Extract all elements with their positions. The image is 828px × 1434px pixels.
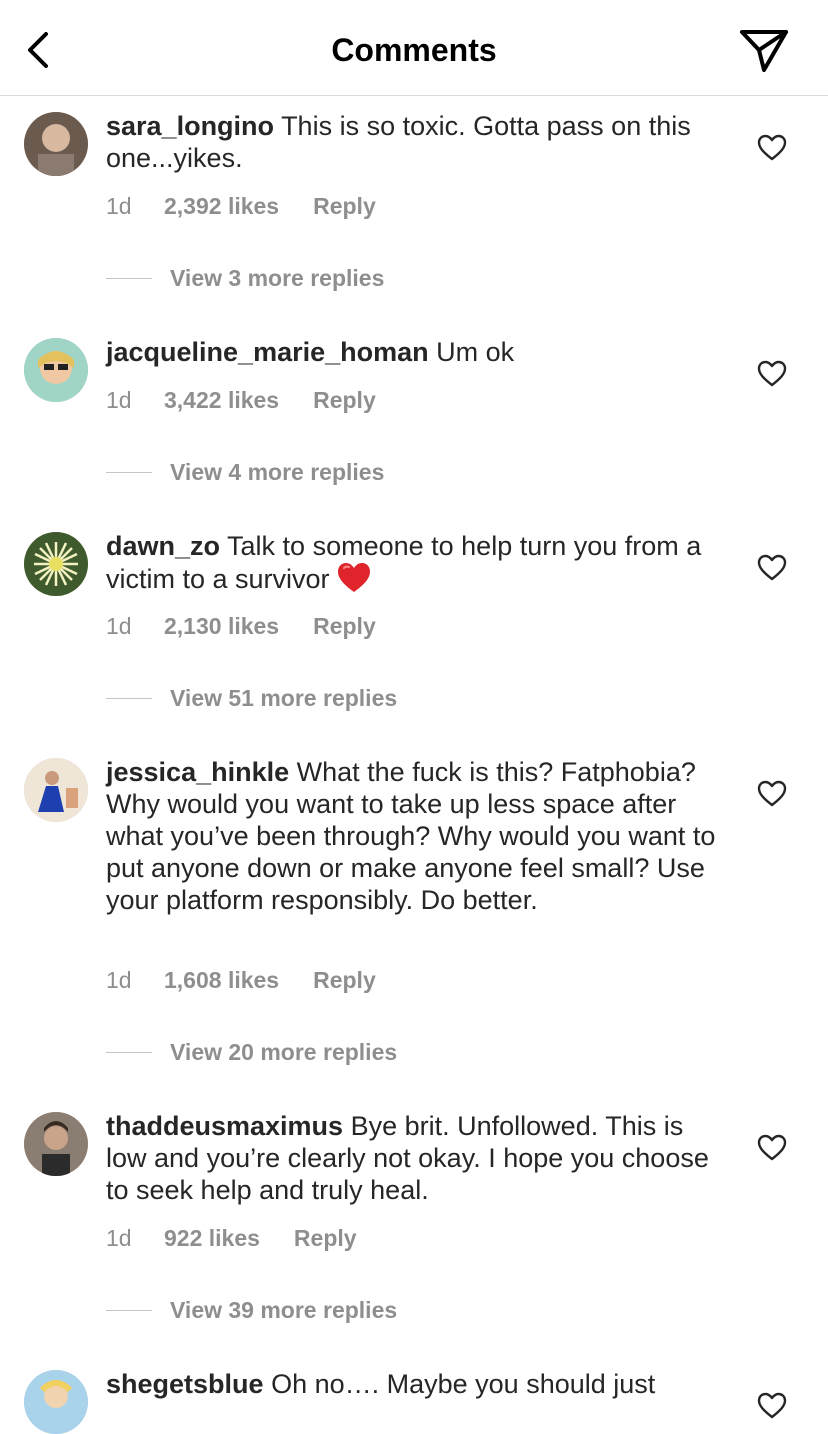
comment-meta: 1d 1,608 likes Reply: [106, 966, 376, 994]
heart-outline-icon: [757, 780, 787, 807]
share-button[interactable]: [738, 26, 790, 74]
like-button[interactable]: [757, 134, 787, 162]
view-more-replies[interactable]: View 39 more replies: [106, 1295, 397, 1325]
comment-username[interactable]: thaddeusmaximus: [106, 1111, 343, 1141]
divider-line: [106, 471, 152, 473]
view-more-replies[interactable]: View 51 more replies: [106, 683, 397, 713]
avatar[interactable]: [24, 112, 88, 176]
view-replies-label: View 51 more replies: [170, 684, 398, 711]
divider-line: [106, 277, 152, 279]
comment-username[interactable]: sara_longino: [106, 111, 274, 141]
comment-username[interactable]: jessica_hinkle: [106, 757, 289, 787]
view-more-replies[interactable]: View 4 more replies: [106, 457, 384, 487]
avatar[interactable]: [24, 532, 88, 596]
heart-outline-icon: [757, 360, 787, 387]
comment-time: 1d: [106, 967, 132, 993]
divider-line: [106, 1051, 152, 1053]
comment-text: Oh no…. Maybe you should just: [271, 1369, 656, 1399]
divider-line: [106, 1309, 152, 1311]
view-replies-label: View 20 more replies: [170, 1038, 398, 1065]
heart-outline-icon: [757, 554, 787, 581]
header-bar: Comments: [0, 0, 828, 96]
like-button[interactable]: [757, 1134, 787, 1162]
reply-button[interactable]: Reply: [313, 612, 376, 640]
heart-outline-icon: [757, 1134, 787, 1161]
comment-time: 1d: [106, 1225, 132, 1251]
comment-username[interactable]: jacqueline_marie_homan: [106, 337, 429, 367]
page-title: Comments: [331, 32, 497, 68]
avatar[interactable]: [24, 338, 88, 402]
comment-meta: 1d 2,130 likes Reply: [106, 612, 376, 640]
reply-button[interactable]: Reply: [313, 966, 376, 994]
comment-meta: 1d 2,392 likes Reply: [106, 192, 376, 220]
avatar[interactable]: [24, 1112, 88, 1176]
comment-time: 1d: [106, 613, 132, 639]
comment-likes[interactable]: 2,392 likes: [164, 192, 279, 220]
reply-button[interactable]: Reply: [294, 1224, 357, 1252]
comment-likes[interactable]: 3,422 likes: [164, 386, 279, 414]
comment-meta: 1d 3,422 likes Reply: [106, 386, 376, 414]
comment-meta: 1d 922 likes Reply: [106, 1224, 357, 1252]
comment-username[interactable]: dawn_zo: [106, 531, 220, 561]
comment-time: 1d: [106, 387, 132, 413]
view-replies-label: View 39 more replies: [170, 1296, 398, 1323]
heart-outline-icon: [757, 134, 787, 161]
comment-likes[interactable]: 2,130 likes: [164, 612, 279, 640]
view-more-replies[interactable]: View 3 more replies: [106, 263, 384, 293]
divider-line: [106, 697, 152, 699]
view-replies-label: View 4 more replies: [170, 458, 385, 485]
view-more-replies[interactable]: View 20 more replies: [106, 1037, 397, 1067]
reply-button[interactable]: Reply: [313, 386, 376, 414]
like-button[interactable]: [757, 360, 787, 388]
comment-username[interactable]: shegetsblue: [106, 1369, 264, 1399]
reply-button[interactable]: Reply: [313, 192, 376, 220]
avatar[interactable]: [24, 758, 88, 822]
view-replies-label: View 3 more replies: [170, 264, 385, 291]
comment-time: 1d: [106, 193, 132, 219]
like-button[interactable]: [757, 554, 787, 582]
comment-text: Um ok: [436, 337, 515, 367]
like-button[interactable]: [757, 1392, 787, 1420]
avatar[interactable]: [24, 1370, 88, 1434]
comment-likes[interactable]: 922 likes: [164, 1224, 260, 1252]
like-button[interactable]: [757, 780, 787, 808]
comment-likes[interactable]: 1,608 likes: [164, 966, 279, 994]
red-heart-emoji-icon: [338, 563, 371, 592]
paper-plane-icon: [740, 30, 788, 72]
heart-outline-icon: [757, 1392, 787, 1419]
